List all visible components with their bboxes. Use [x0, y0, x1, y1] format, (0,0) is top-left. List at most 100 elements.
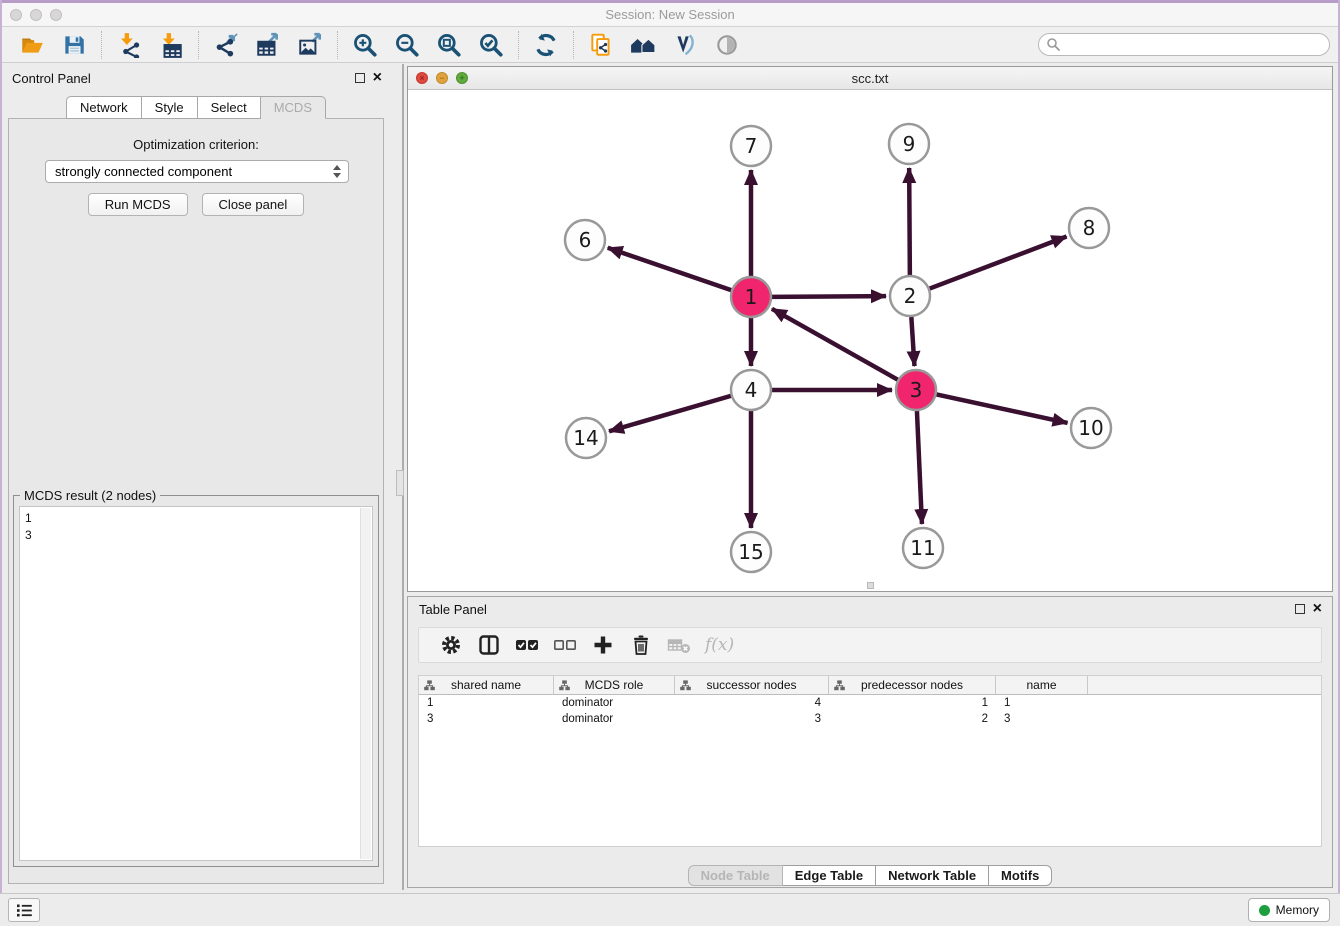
gear-icon[interactable]	[439, 633, 463, 657]
table-row[interactable]: 3dominator323	[419, 711, 1321, 727]
clone-network-icon[interactable]	[588, 32, 614, 58]
run-mcds-button[interactable]: Run MCDS	[88, 193, 188, 216]
table-cell[interactable]: 2	[829, 711, 996, 727]
column-header-label: MCDS role	[585, 678, 644, 692]
style-toggle-icon[interactable]	[672, 32, 698, 58]
column-header-label: shared name	[451, 678, 521, 692]
toolbar-separator	[573, 31, 574, 59]
save-session-icon[interactable]	[61, 32, 87, 58]
result-scrollbar[interactable]	[360, 508, 371, 859]
refresh-icon[interactable]	[533, 32, 559, 58]
tab-select[interactable]: Select	[198, 96, 261, 119]
table-cell[interactable]: dominator	[554, 695, 675, 711]
tab-mcds[interactable]: MCDS	[261, 96, 326, 119]
table-cell[interactable]: 3	[675, 711, 829, 727]
graph-edge-3-11[interactable]	[917, 411, 922, 524]
control-panel-header: Control Panel ×	[0, 64, 392, 92]
close-table-panel-icon[interactable]: ×	[1313, 604, 1322, 614]
graph-node-label-6: 6	[579, 228, 592, 252]
column-header-label: predecessor nodes	[861, 678, 963, 692]
graph-edge-2-8[interactable]	[930, 237, 1067, 289]
columns-icon[interactable]	[477, 633, 501, 657]
table-cell[interactable]: 1	[419, 695, 554, 711]
memory-status-icon	[1259, 905, 1270, 916]
network-canvas[interactable]: 1234678910111415	[408, 90, 1332, 591]
column-header-shared-name[interactable]: shared name	[419, 676, 554, 694]
mcds-result-area[interactable]: 1 3	[19, 506, 373, 861]
column-header-predecessor-nodes[interactable]: predecessor nodes	[829, 676, 996, 694]
table-panel-header: Table Panel ×	[408, 597, 1332, 621]
column-header-label: successor nodes	[706, 678, 796, 692]
toolbar-separator	[101, 31, 102, 59]
search-input[interactable]	[1038, 33, 1330, 56]
table-tabs: Node Table Edge Table Network Table Moti…	[408, 865, 1332, 886]
table-cell[interactable]: dominator	[554, 711, 675, 727]
layout-icon[interactable]	[630, 32, 656, 58]
tab-network[interactable]: Network	[66, 96, 142, 119]
zoom-out-icon[interactable]	[394, 32, 420, 58]
table-row[interactable]: 1dominator411	[419, 695, 1321, 711]
table-cell[interactable]: 4	[675, 695, 829, 711]
memory-button[interactable]: Memory	[1248, 898, 1330, 922]
graph-node-label-1: 1	[745, 285, 758, 309]
add-column-icon[interactable]	[591, 633, 615, 657]
graph-edge-2-9[interactable]	[909, 168, 910, 275]
toolbar-separator	[518, 31, 519, 59]
table-body: 1dominator4113dominator323	[419, 695, 1321, 727]
graph-edge-4-14[interactable]	[609, 396, 731, 431]
criterion-select[interactable]: strongly connected component	[45, 160, 349, 183]
network-window: × − + scc.txt 1234678910111415	[407, 66, 1333, 592]
column-header-successor-nodes[interactable]: successor nodes	[675, 676, 829, 694]
main-titlebar: Session: New Session	[2, 3, 1338, 27]
zoom-in-icon[interactable]	[352, 32, 378, 58]
task-history-button[interactable]	[8, 898, 40, 922]
close-panel-button[interactable]: Close panel	[202, 193, 305, 216]
hide-columns-icon[interactable]	[553, 633, 577, 657]
table-cell[interactable]: 1	[829, 695, 996, 711]
column-type-icon	[559, 680, 570, 691]
close-panel-icon[interactable]: ×	[373, 73, 382, 83]
import-network-icon[interactable]	[116, 32, 142, 58]
canvas-resize-handle[interactable]	[867, 582, 874, 589]
graph-node-label-8: 8	[1083, 216, 1096, 240]
float-table-panel-icon[interactable]	[1295, 604, 1305, 614]
table-cell[interactable]: 1	[996, 695, 1088, 711]
delete-column-icon[interactable]	[629, 633, 653, 657]
tab-node-table[interactable]: Node Table	[688, 865, 783, 886]
control-panel-tabs: Network Style Select MCDS	[0, 96, 392, 119]
column-header-MCDS-role[interactable]: MCDS role	[554, 676, 675, 694]
export-table-icon[interactable]	[255, 32, 281, 58]
graph-edge-3-1[interactable]	[772, 309, 898, 380]
tab-motifs[interactable]: Motifs	[989, 865, 1052, 886]
open-file-icon[interactable]	[19, 32, 45, 58]
network-window-title: scc.txt	[408, 71, 1332, 86]
tab-style[interactable]: Style	[142, 96, 198, 119]
graph-edge-1-6[interactable]	[608, 248, 731, 290]
import-table-icon[interactable]	[158, 32, 184, 58]
export-image-icon[interactable]	[297, 32, 323, 58]
tab-network-table[interactable]: Network Table	[876, 865, 989, 886]
table-cell[interactable]: 3	[419, 711, 554, 727]
details-eye-icon[interactable]	[714, 32, 740, 58]
graph-edge-2-3[interactable]	[911, 317, 914, 366]
float-panel-icon[interactable]	[355, 73, 365, 83]
table-panel-title: Table Panel	[419, 602, 487, 617]
table-cell[interactable]: 3	[996, 711, 1088, 727]
graph-edges	[608, 168, 1068, 528]
graph-edge-1-2[interactable]	[772, 296, 886, 297]
table-panel: Table Panel × f(x) shared	[407, 596, 1333, 888]
column-type-icon	[680, 680, 691, 691]
delete-table-icon[interactable]	[667, 633, 691, 657]
column-type-icon	[424, 680, 435, 691]
graph-edge-3-10[interactable]	[937, 394, 1068, 422]
zoom-selected-icon[interactable]	[478, 32, 504, 58]
zoom-fit-icon[interactable]	[436, 32, 462, 58]
node-table[interactable]: shared name MCDS role successor nodes prede…	[418, 675, 1322, 847]
select-stepper-icon	[329, 163, 344, 180]
column-header-name[interactable]: name	[996, 676, 1088, 694]
export-network-icon[interactable]	[213, 32, 239, 58]
show-columns-icon[interactable]	[515, 633, 539, 657]
tab-edge-table[interactable]: Edge Table	[783, 865, 876, 886]
graph-node-label-14: 14	[573, 426, 598, 450]
panel-splitter-handle[interactable]	[396, 470, 404, 496]
